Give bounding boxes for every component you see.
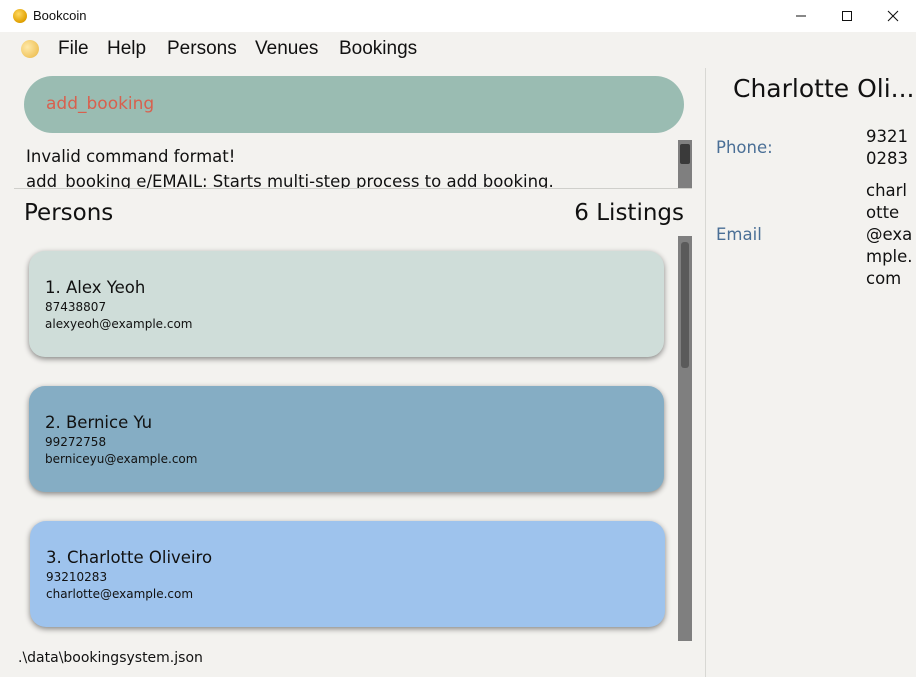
email-line: mple. [866, 247, 913, 266]
detail-panel: Charlotte Oli... Phone: 9321 0283 Email … [705, 68, 916, 677]
person-card[interactable]: 3. Charlotte Oliveiro 93210283 charlotte… [30, 521, 665, 627]
person-phone: 99272758 [45, 435, 107, 449]
menu-bookings[interactable]: Bookings [339, 38, 417, 60]
phone-line: 9321 [866, 127, 908, 146]
person-email: charlotte@example.com [46, 587, 194, 601]
menu-help[interactable]: Help [107, 38, 146, 60]
list-title: Persons [24, 200, 114, 226]
status-path: .\data\bookingsystem.json [18, 650, 203, 666]
maximize-icon [842, 11, 852, 21]
command-box[interactable]: add_booking [24, 76, 684, 133]
person-name: 3. Charlotte Oliveiro [46, 548, 213, 567]
email-value: charl otte @exa mple. com [866, 180, 913, 290]
title-bar: Bookcoin [0, 0, 916, 32]
phone-line: 0283 [866, 149, 908, 168]
main-panel: add_booking Invalid command format! add_… [0, 68, 705, 677]
email-line: com [866, 269, 902, 288]
person-name: 1. Alex Yeoh [45, 278, 146, 297]
phone-value: 9321 0283 [866, 126, 908, 170]
command-input[interactable]: add_booking [46, 94, 154, 114]
person-phone: 93210283 [46, 570, 108, 584]
minimize-button[interactable] [778, 0, 824, 32]
person-card[interactable]: 1. Alex Yeoh 87438807 alexyeoh@example.c… [29, 251, 664, 357]
email-line: otte [866, 203, 900, 222]
phone-label: Phone: [716, 138, 773, 157]
close-button[interactable] [870, 0, 916, 32]
result-line: Invalid command format! [26, 147, 236, 166]
menu-bar: File Help Persons Venues Bookings [0, 32, 916, 68]
close-icon [887, 10, 899, 22]
email-line: @exa [866, 225, 913, 244]
window-title: Bookcoin [33, 8, 87, 23]
person-email: berniceyu@example.com [45, 452, 198, 466]
person-email: alexyeoh@example.com [45, 317, 193, 331]
person-phone: 87438807 [45, 300, 107, 314]
person-card[interactable]: 2. Bernice Yu 99272758 berniceyu@example… [29, 386, 664, 492]
result-line: add_booking e/EMAIL: Starts multi-step p… [26, 172, 554, 189]
minimize-icon [796, 15, 806, 17]
result-scroll-thumb[interactable] [680, 144, 690, 164]
maximize-button[interactable] [824, 0, 870, 32]
detail-name: Charlotte Oli... [733, 74, 915, 103]
list-count: 6 Listings [574, 200, 684, 226]
list-scrollbar[interactable] [678, 236, 692, 641]
coin-icon [13, 9, 27, 23]
result-display: Invalid command format! add_booking e/EM… [14, 139, 692, 189]
coin-icon [18, 37, 42, 61]
list-scroll-thumb[interactable] [681, 242, 689, 368]
email-label: Email [716, 225, 762, 244]
result-scrollbar[interactable] [678, 140, 692, 188]
menu-persons[interactable]: Persons [167, 38, 237, 60]
menu-venues[interactable]: Venues [255, 38, 318, 60]
person-name: 2. Bernice Yu [45, 413, 153, 432]
email-line: charl [866, 181, 908, 200]
menu-file[interactable]: File [58, 38, 89, 60]
